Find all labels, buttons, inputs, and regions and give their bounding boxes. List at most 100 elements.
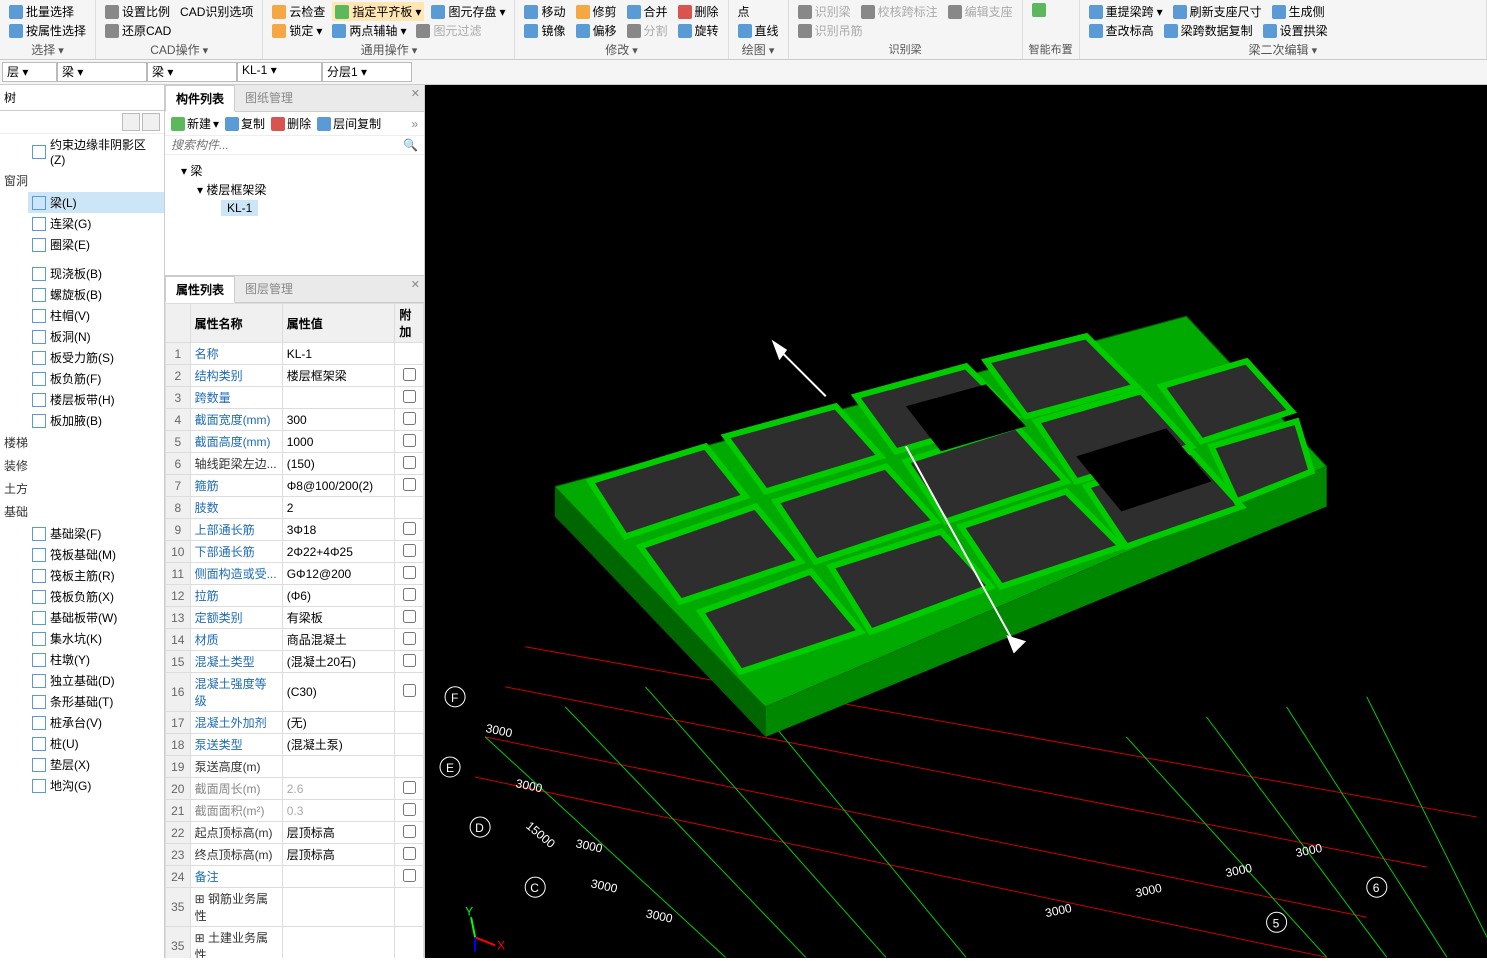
tree-cat[interactable]: 窗洞 xyxy=(0,169,164,192)
new-button[interactable]: 新建 ▾ xyxy=(171,115,219,132)
code-dropdown[interactable]: KL-1 ▾ xyxy=(237,62,322,82)
batch-select-button[interactable]: 批量选择 xyxy=(6,2,77,21)
copy-button[interactable]: 复制 xyxy=(225,115,265,132)
prop-row[interactable]: 18泵送类型(混凝土泵) xyxy=(166,734,424,756)
offset-button[interactable]: 偏移 xyxy=(573,21,620,40)
prop-row[interactable]: 22起点顶标高(m)层顶标高 xyxy=(166,822,424,844)
tree-item[interactable]: 地沟(G) xyxy=(28,775,164,796)
prop-row[interactable]: 17混凝土外加剂(无) xyxy=(166,712,424,734)
extra-checkbox[interactable] xyxy=(403,654,416,667)
tab-drawing-mgmt[interactable]: 图纸管理 xyxy=(235,85,303,111)
tree-item[interactable]: 圈梁(E) xyxy=(28,234,164,255)
extra-checkbox[interactable] xyxy=(403,588,416,601)
tree-leaf-kl1[interactable]: KL-1 xyxy=(221,200,258,216)
gen-side-button[interactable]: 生成侧 xyxy=(1269,2,1328,21)
tree-item[interactable]: 桩(U) xyxy=(28,733,164,754)
prop-row[interactable]: 7箍筋Φ8@100/200(2) xyxy=(166,475,424,497)
tree-item[interactable]: 独立基础(D) xyxy=(28,670,164,691)
extra-checkbox[interactable] xyxy=(403,632,416,645)
prop-row[interactable]: 20截面周长(m)2.6 xyxy=(166,778,424,800)
line-button[interactable]: 直线 xyxy=(735,21,782,40)
tree-item[interactable]: 柱帽(V) xyxy=(28,305,164,326)
tree-root[interactable]: ▾ 梁 xyxy=(171,161,418,180)
close-icon[interactable]: ✕ xyxy=(411,87,420,100)
search-input[interactable] xyxy=(171,138,403,152)
tree-item[interactable]: 板洞(N) xyxy=(28,326,164,347)
prop-row[interactable]: 16混凝土强度等级(C30) xyxy=(166,673,424,712)
mirror-button[interactable]: 镜像 xyxy=(521,21,568,40)
point-button[interactable]: 点 xyxy=(735,2,753,21)
extra-checkbox[interactable] xyxy=(403,434,416,447)
save-element-button[interactable]: 图元存盘 ▾ xyxy=(428,2,508,21)
filter-button[interactable]: 图元过滤 xyxy=(413,21,484,40)
extra-checkbox[interactable] xyxy=(403,781,416,794)
refresh-support-button[interactable]: 刷新支座尺寸 xyxy=(1170,2,1265,21)
extra-checkbox[interactable] xyxy=(403,456,416,469)
reset-span-button[interactable]: 重提梁跨 ▾ xyxy=(1086,2,1166,21)
align-slab-button[interactable]: 指定平齐板 ▾ xyxy=(332,2,424,21)
tree-item[interactable]: 垫层(X) xyxy=(28,754,164,775)
tab-properties[interactable]: 属性列表 xyxy=(165,276,235,303)
tab-component-list[interactable]: 构件列表 xyxy=(165,85,235,112)
trim-button[interactable]: 修剪 xyxy=(573,2,620,21)
tree-item[interactable]: 梁(L) xyxy=(28,192,164,213)
prop-row[interactable]: 2结构类别楼层框架梁 xyxy=(166,365,424,387)
3d-viewport[interactable]: F E D C 5 6 3000 3000 15000 3000 3000 30… xyxy=(425,85,1487,958)
span-copy-button[interactable]: 梁跨数据复制 xyxy=(1161,21,1256,40)
check-span-button[interactable]: 校核跨标注 xyxy=(858,2,941,21)
prop-row[interactable]: 10下部通长筋2Φ22+4Φ25 xyxy=(166,541,424,563)
type1-dropdown[interactable]: 梁 ▾ xyxy=(57,62,147,82)
select-by-prop-button[interactable]: 按属性选择 xyxy=(6,21,89,40)
prop-row[interactable]: 3跨数量 xyxy=(166,387,424,409)
tree-item[interactable]: 桩承台(V) xyxy=(28,712,164,733)
tree-item[interactable]: 螺旋板(B) xyxy=(28,284,164,305)
arch-beam-button[interactable]: 设置拱梁 xyxy=(1260,21,1331,40)
type2-dropdown[interactable]: 梁 ▾ xyxy=(147,62,237,82)
extra-checkbox[interactable] xyxy=(403,478,416,491)
extra-checkbox[interactable] xyxy=(403,684,416,697)
prop-row[interactable]: 6轴线距梁左边...(150) xyxy=(166,453,424,475)
tree-item[interactable]: 筏板主筋(R) xyxy=(28,565,164,586)
extra-checkbox[interactable] xyxy=(403,803,416,816)
floor-dropdown[interactable]: 分层1 ▾ xyxy=(322,62,412,82)
list-view-icon[interactable] xyxy=(122,113,140,131)
tree-cat[interactable]: 基础 xyxy=(0,500,164,523)
layer-dropdown[interactable]: 层 ▾ xyxy=(2,62,57,82)
prop-row[interactable]: 4截面宽度(mm)300 xyxy=(166,409,424,431)
tab-layers[interactable]: 图层管理 xyxy=(235,276,303,302)
tree-item[interactable]: 柱墩(Y) xyxy=(28,649,164,670)
tree-item[interactable]: 筏板负筋(X) xyxy=(28,586,164,607)
delete-button[interactable]: 删除 xyxy=(675,2,722,21)
tree-item[interactable]: 集水坑(K) xyxy=(28,628,164,649)
tree-item[interactable]: 板负筋(F) xyxy=(28,368,164,389)
prop-row[interactable]: 21截面面积(m²)0.3 xyxy=(166,800,424,822)
extra-checkbox[interactable] xyxy=(403,368,416,381)
tree-item-constraint[interactable]: 约束边缘非阴影区(Z) xyxy=(28,134,164,169)
extra-checkbox[interactable] xyxy=(403,566,416,579)
tree-item[interactable]: 基础梁(F) xyxy=(28,523,164,544)
delete-button[interactable]: 删除 xyxy=(271,115,311,132)
tree-item[interactable]: 板受力筋(S) xyxy=(28,347,164,368)
prop-row[interactable]: 13定额类别有梁板 xyxy=(166,607,424,629)
extra-checkbox[interactable] xyxy=(403,610,416,623)
move-button[interactable]: 移动 xyxy=(521,2,568,21)
recognize-beam-button[interactable]: 识别梁 xyxy=(795,2,854,21)
rotate-button[interactable]: 旋转 xyxy=(675,21,722,40)
floor-copy-button[interactable]: 层间复制 xyxy=(317,115,381,132)
tree-cat[interactable]: 土方 xyxy=(0,477,164,500)
prop-row[interactable]: 19泵送高度(m) xyxy=(166,756,424,778)
cad-options-button[interactable]: CAD识别选项 xyxy=(177,2,256,21)
prop-row[interactable]: 9上部通长筋3Φ18 xyxy=(166,519,424,541)
prop-row[interactable]: 35⊞ 钢筋业务属性 xyxy=(166,888,424,927)
tree-cat[interactable]: 楼梯 xyxy=(0,431,164,454)
tree-item[interactable]: 连梁(G) xyxy=(28,213,164,234)
extra-checkbox[interactable] xyxy=(403,869,416,882)
prop-row[interactable]: 8肢数2 xyxy=(166,497,424,519)
tree-item[interactable]: 基础板带(W) xyxy=(28,607,164,628)
tree-item[interactable]: 条形基础(T) xyxy=(28,691,164,712)
extra-checkbox[interactable] xyxy=(403,522,416,535)
prop-row[interactable]: 11侧面构造或受...GΦ12@200 xyxy=(166,563,424,585)
tree-sub[interactable]: ▾ 楼层框架梁 xyxy=(171,180,418,199)
prop-row[interactable]: 15混凝土类型(混凝土20石) xyxy=(166,651,424,673)
elev-button[interactable]: 查改标高 xyxy=(1086,21,1157,40)
